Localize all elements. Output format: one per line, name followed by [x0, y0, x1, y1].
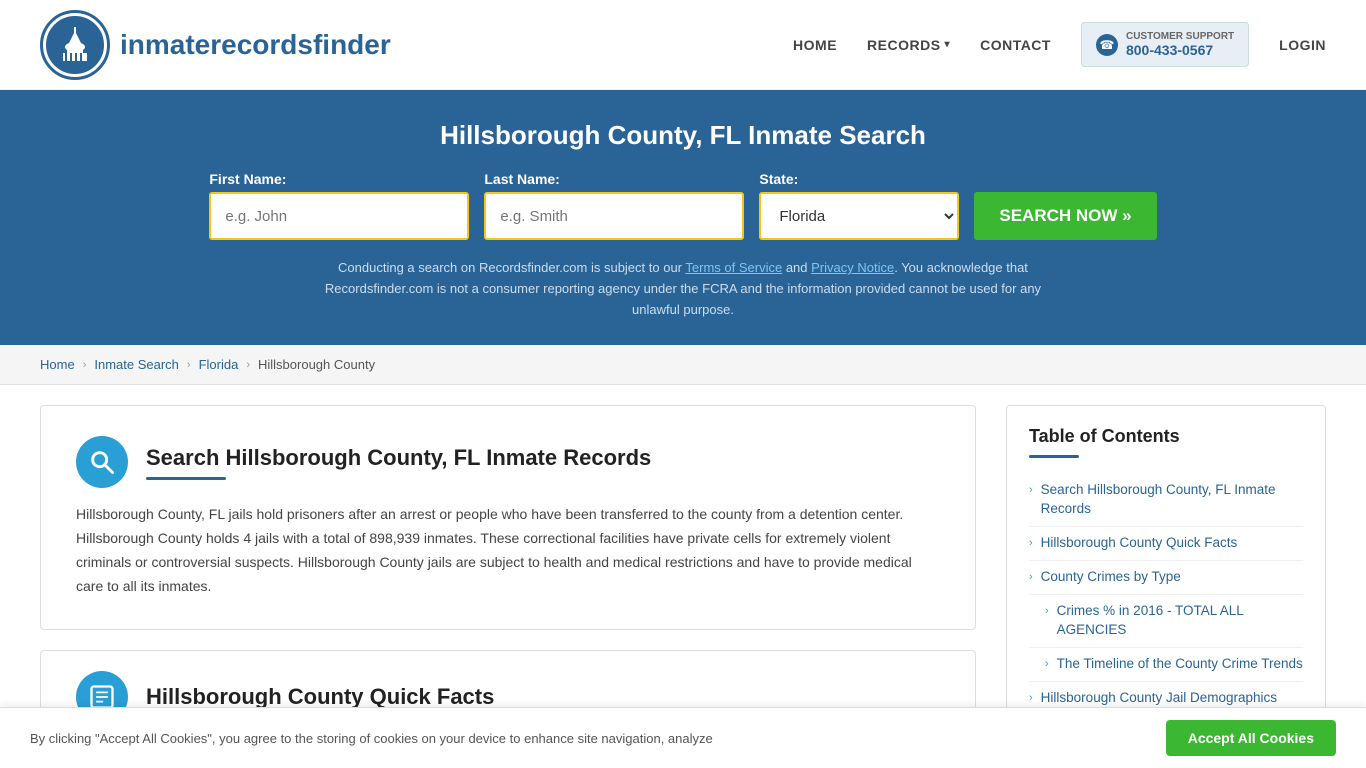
- toc-chevron-2: ›: [1029, 571, 1033, 583]
- state-group: State: Florida: [759, 171, 959, 240]
- card-title: Search Hillsborough County, FL Inmate Re…: [146, 445, 651, 471]
- card-title-underline: [146, 477, 226, 480]
- toc-title: Table of Contents: [1029, 426, 1303, 447]
- card-title-wrap: Search Hillsborough County, FL Inmate Re…: [146, 445, 651, 480]
- hero-section: Hillsborough County, FL Inmate Search Fi…: [0, 90, 1366, 345]
- first-name-group: First Name:: [209, 171, 469, 240]
- breadcrumb-sep-1: ›: [83, 359, 87, 371]
- toc-item-3[interactable]: › Crimes % in 2016 - TOTAL ALL AGENCIES: [1029, 595, 1303, 648]
- toc-item-2[interactable]: › County Crimes by Type: [1029, 561, 1303, 595]
- toc-item-1[interactable]: › Hillsborough County Quick Facts: [1029, 527, 1303, 561]
- search-now-button[interactable]: SEARCH NOW »: [974, 192, 1156, 240]
- right-sidebar: Table of Contents › Search Hillsborough …: [1006, 405, 1326, 735]
- logo[interactable]: inmaterecordsfinder: [40, 10, 391, 80]
- toc-chevron-0: ›: [1029, 484, 1033, 496]
- hero-disclaimer: Conducting a search on Recordsfinder.com…: [308, 258, 1058, 320]
- toc-link-1[interactable]: Hillsborough County Quick Facts: [1041, 534, 1238, 553]
- toc-item-4[interactable]: › The Timeline of the County Crime Trend…: [1029, 648, 1303, 682]
- site-header: inmaterecordsfinder HOME RECORDS ▾ CONTA…: [0, 0, 1366, 90]
- toc-link-3[interactable]: Crimes % in 2016 - TOTAL ALL AGENCIES: [1057, 602, 1303, 640]
- main-nav: HOME RECORDS ▾ CONTACT ☎ CUSTOMER SUPPOR…: [793, 22, 1326, 67]
- breadcrumb-current: Hillsborough County: [258, 357, 375, 372]
- last-name-group: Last Name:: [484, 171, 744, 240]
- breadcrumb-inmate-search[interactable]: Inmate Search: [94, 357, 179, 372]
- cookie-text: By clicking "Accept All Cookies", you ag…: [30, 731, 1166, 746]
- toc-chevron-5: ›: [1029, 692, 1033, 704]
- search-form: First Name: Last Name: State: Florida SE…: [40, 171, 1326, 240]
- nav-records[interactable]: RECORDS ▾: [867, 37, 950, 53]
- nav-home[interactable]: HOME: [793, 37, 837, 53]
- logo-icon: [40, 10, 110, 80]
- toc-chevron-3: ›: [1045, 605, 1049, 617]
- nav-login[interactable]: LOGIN: [1279, 37, 1326, 53]
- cookie-banner: By clicking "Accept All Cookies", you ag…: [0, 707, 1366, 768]
- nav-contact[interactable]: CONTACT: [980, 37, 1051, 53]
- quick-facts-title: Hillsborough County Quick Facts: [146, 684, 494, 710]
- logo-text: inmaterecordsfinder: [120, 29, 391, 61]
- main-content: Search Hillsborough County, FL Inmate Re…: [0, 385, 1366, 755]
- breadcrumb-home[interactable]: Home: [40, 357, 75, 372]
- search-icon-circle: [76, 436, 128, 488]
- toc-link-4[interactable]: The Timeline of the County Crime Trends: [1057, 655, 1303, 674]
- cookie-accept-button[interactable]: Accept All Cookies: [1166, 720, 1336, 756]
- left-content-area: Search Hillsborough County, FL Inmate Re…: [40, 405, 1006, 729]
- toc-chevron-4: ›: [1045, 658, 1049, 670]
- card-header: Search Hillsborough County, FL Inmate Re…: [76, 436, 940, 488]
- first-name-label: First Name:: [209, 171, 286, 187]
- state-select[interactable]: Florida: [759, 192, 959, 240]
- toc-divider: [1029, 455, 1079, 458]
- toc-chevron-1: ›: [1029, 537, 1033, 549]
- terms-link[interactable]: Terms of Service: [685, 260, 782, 275]
- toc-link-5[interactable]: Hillsborough County Jail Demographics: [1041, 689, 1277, 708]
- privacy-link[interactable]: Privacy Notice: [811, 260, 894, 275]
- breadcrumb-sep-3: ›: [246, 359, 250, 371]
- breadcrumb-florida[interactable]: Florida: [199, 357, 239, 372]
- toc-link-2[interactable]: County Crimes by Type: [1041, 568, 1181, 587]
- phone-icon: ☎: [1096, 34, 1118, 56]
- inmate-records-card: Search Hillsborough County, FL Inmate Re…: [40, 405, 976, 629]
- breadcrumb: Home › Inmate Search › Florida › Hillsbo…: [0, 345, 1366, 385]
- card-body: Hillsborough County, FL jails hold priso…: [76, 503, 940, 598]
- last-name-label: Last Name:: [484, 171, 559, 187]
- customer-support-box[interactable]: ☎ CUSTOMER SUPPORT 800-433-0567: [1081, 22, 1249, 67]
- quick-facts-title-wrap: Hillsborough County Quick Facts: [146, 684, 494, 710]
- state-label: State:: [759, 171, 798, 187]
- toc-card: Table of Contents › Search Hillsborough …: [1006, 405, 1326, 735]
- first-name-input[interactable]: [209, 192, 469, 240]
- toc-link-0[interactable]: Search Hillsborough County, FL Inmate Re…: [1041, 481, 1303, 519]
- hero-title: Hillsborough County, FL Inmate Search: [40, 120, 1326, 151]
- breadcrumb-sep-2: ›: [187, 359, 191, 371]
- toc-item-0[interactable]: › Search Hillsborough County, FL Inmate …: [1029, 474, 1303, 527]
- last-name-input[interactable]: [484, 192, 744, 240]
- chevron-down-icon: ▾: [945, 39, 951, 50]
- support-info: CUSTOMER SUPPORT 800-433-0567: [1126, 31, 1234, 58]
